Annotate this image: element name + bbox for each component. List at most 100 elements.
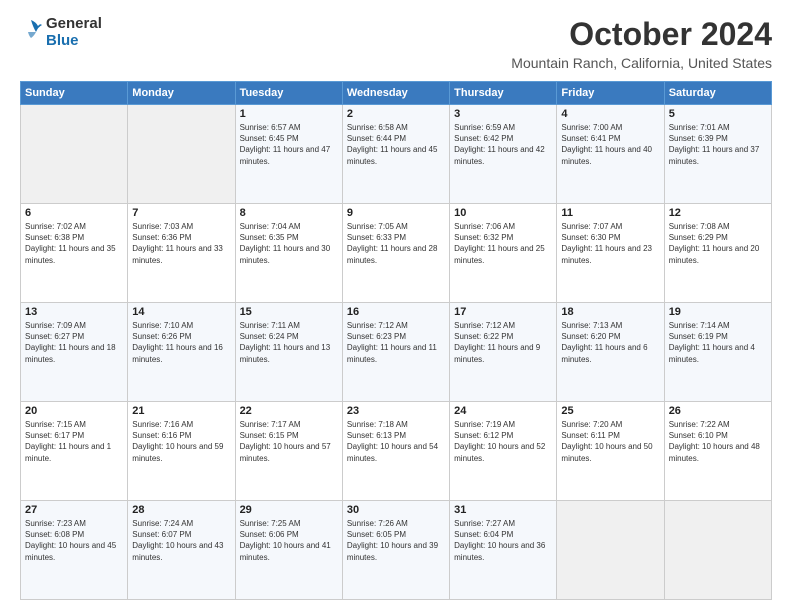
table-row: 2 Sunrise: 6:58 AMSunset: 6:44 PMDaylight… [342, 105, 449, 204]
col-saturday: Saturday [664, 82, 771, 105]
table-row: 30 Sunrise: 7:26 AMSunset: 6:05 PMDayligh… [342, 501, 449, 600]
day-number: 30 [347, 504, 445, 516]
table-row: 27Sunrise: 7:23 AMSunset: 6:08 PMDayligh… [21, 501, 128, 600]
day-info: Sunrise: 7:12 AMSunset: 6:22 PMDaylight:… [454, 320, 552, 365]
day-number: 24 [454, 405, 552, 417]
day-number: 26 [669, 405, 767, 417]
day-info: Sunrise: 7:07 AMSunset: 6:30 PMDaylight:… [561, 221, 659, 266]
calendar-week-row: 1Sunrise: 6:57 AMSunset: 6:45 PMDaylight… [21, 105, 772, 204]
table-row [128, 105, 235, 204]
day-info: Sunrise: 7:22 AMSunset: 6:10 PMDaylight:… [669, 419, 767, 464]
table-row [21, 105, 128, 204]
table-row: 18 Sunrise: 7:13 AMSunset: 6:20 PMDayligh… [557, 303, 664, 402]
day-number: 2 [347, 108, 445, 120]
table-row: 7Sunrise: 7:03 AMSunset: 6:36 PMDaylight… [128, 204, 235, 303]
table-row: 21Sunrise: 7:16 AMSunset: 6:16 PMDayligh… [128, 402, 235, 501]
day-number: 14 [132, 306, 230, 318]
table-row: 28 Sunrise: 7:24 AMSunset: 6:07 PMDayligh… [128, 501, 235, 600]
day-number: 7 [132, 207, 230, 219]
day-info: Sunrise: 7:15 AMSunset: 6:17 PMDaylight:… [25, 419, 123, 464]
day-number: 13 [25, 306, 123, 318]
col-monday: Monday [128, 82, 235, 105]
table-row: 17Sunrise: 7:12 AMSunset: 6:22 PMDayligh… [450, 303, 557, 402]
table-row: 22Sunrise: 7:17 AMSunset: 6:15 PMDayligh… [235, 402, 342, 501]
logo-blue: Blue [46, 33, 102, 50]
month-title: October 2024 [511, 16, 772, 53]
day-number: 9 [347, 207, 445, 219]
table-row: 31 Sunrise: 7:27 AMSunset: 6:04 PMDayligh… [450, 501, 557, 600]
day-info: Sunrise: 7:13 AMSunset: 6:20 PMDaylight:… [561, 320, 659, 365]
logo-bird-icon [20, 18, 42, 48]
day-number: 15 [240, 306, 338, 318]
table-row: 15 Sunrise: 7:11 AMSunset: 6:24 PMDayligh… [235, 303, 342, 402]
table-row: 26 Sunrise: 7:22 AMSunset: 6:10 PMDayligh… [664, 402, 771, 501]
table-row: 4 Sunrise: 7:00 AMSunset: 6:41 PMDaylight… [557, 105, 664, 204]
day-info: Sunrise: 7:02 AMSunset: 6:38 PMDaylight:… [25, 221, 123, 266]
table-row: 12Sunrise: 7:08 AMSunset: 6:29 PMDayligh… [664, 204, 771, 303]
day-info: Sunrise: 7:20 AMSunset: 6:11 PMDaylight:… [561, 419, 659, 464]
table-row: 25 Sunrise: 7:20 AMSunset: 6:11 PMDayligh… [557, 402, 664, 501]
col-thursday: Thursday [450, 82, 557, 105]
day-number: 10 [454, 207, 552, 219]
day-number: 12 [669, 207, 767, 219]
day-number: 31 [454, 504, 552, 516]
day-info: Sunrise: 7:24 AMSunset: 6:07 PMDaylight:… [132, 518, 230, 563]
table-row: 19 Sunrise: 7:14 AMSunset: 6:19 PMDayligh… [664, 303, 771, 402]
table-row: 9 Sunrise: 7:05 AMSunset: 6:33 PMDaylight… [342, 204, 449, 303]
col-wednesday: Wednesday [342, 82, 449, 105]
day-number: 11 [561, 207, 659, 219]
day-number: 20 [25, 405, 123, 417]
day-info: Sunrise: 7:14 AMSunset: 6:19 PMDaylight:… [669, 320, 767, 365]
logo-general: General [46, 16, 102, 33]
day-info: Sunrise: 7:26 AMSunset: 6:05 PMDaylight:… [347, 518, 445, 563]
table-row: 10 Sunrise: 7:06 AMSunset: 6:32 PMDayligh… [450, 204, 557, 303]
day-info: Sunrise: 7:06 AMSunset: 6:32 PMDaylight:… [454, 221, 552, 266]
page: General Blue October 2024 Mountain Ranch… [0, 0, 792, 612]
day-number: 19 [669, 306, 767, 318]
day-number: 25 [561, 405, 659, 417]
day-info: Sunrise: 7:04 AMSunset: 6:35 PMDaylight:… [240, 221, 338, 266]
day-info: Sunrise: 7:10 AMSunset: 6:26 PMDaylight:… [132, 320, 230, 365]
table-row [664, 501, 771, 600]
day-number: 21 [132, 405, 230, 417]
day-number: 5 [669, 108, 767, 120]
table-row: 8Sunrise: 7:04 AMSunset: 6:35 PMDaylight… [235, 204, 342, 303]
day-number: 18 [561, 306, 659, 318]
day-info: Sunrise: 6:58 AMSunset: 6:44 PMDaylight:… [347, 122, 445, 167]
day-info: Sunrise: 7:23 AMSunset: 6:08 PMDaylight:… [25, 518, 123, 563]
table-row: 20 Sunrise: 7:15 AMSunset: 6:17 PMDayligh… [21, 402, 128, 501]
day-info: Sunrise: 7:01 AMSunset: 6:39 PMDaylight:… [669, 122, 767, 167]
day-number: 22 [240, 405, 338, 417]
col-tuesday: Tuesday [235, 82, 342, 105]
table-row: 11 Sunrise: 7:07 AMSunset: 6:30 PMDayligh… [557, 204, 664, 303]
calendar-week-row: 6Sunrise: 7:02 AMSunset: 6:38 PMDaylight… [21, 204, 772, 303]
calendar-week-row: 20 Sunrise: 7:15 AMSunset: 6:17 PMDayligh… [21, 402, 772, 501]
day-number: 16 [347, 306, 445, 318]
table-row: 29Sunrise: 7:25 AMSunset: 6:06 PMDayligh… [235, 501, 342, 600]
table-row: 24 Sunrise: 7:19 AMSunset: 6:12 PMDayligh… [450, 402, 557, 501]
table-row: 23Sunrise: 7:18 AMSunset: 6:13 PMDayligh… [342, 402, 449, 501]
day-info: Sunrise: 7:12 AMSunset: 6:23 PMDaylight:… [347, 320, 445, 365]
table-row: 14 Sunrise: 7:10 AMSunset: 6:26 PMDayligh… [128, 303, 235, 402]
day-number: 28 [132, 504, 230, 516]
table-row: 3Sunrise: 6:59 AMSunset: 6:42 PMDaylight… [450, 105, 557, 204]
col-friday: Friday [557, 82, 664, 105]
day-info: Sunrise: 7:00 AMSunset: 6:41 PMDaylight:… [561, 122, 659, 167]
calendar-week-row: 13 Sunrise: 7:09 AMSunset: 6:27 PMDayligh… [21, 303, 772, 402]
table-row [557, 501, 664, 600]
day-info: Sunrise: 7:11 AMSunset: 6:24 PMDaylight:… [240, 320, 338, 365]
col-sunday: Sunday [21, 82, 128, 105]
calendar-week-row: 27Sunrise: 7:23 AMSunset: 6:08 PMDayligh… [21, 501, 772, 600]
day-info: Sunrise: 7:27 AMSunset: 6:04 PMDaylight:… [454, 518, 552, 563]
title-section: October 2024 Mountain Ranch, California,… [511, 16, 772, 71]
table-row: 16 Sunrise: 7:12 AMSunset: 6:23 PMDayligh… [342, 303, 449, 402]
calendar: Sunday Monday Tuesday Wednesday Thursday… [20, 81, 772, 600]
day-number: 29 [240, 504, 338, 516]
header: General Blue October 2024 Mountain Ranch… [20, 16, 772, 71]
day-number: 4 [561, 108, 659, 120]
table-row: 13 Sunrise: 7:09 AMSunset: 6:27 PMDayligh… [21, 303, 128, 402]
day-info: Sunrise: 7:09 AMSunset: 6:27 PMDaylight:… [25, 320, 123, 365]
location: Mountain Ranch, California, United State… [511, 55, 772, 71]
day-info: Sunrise: 7:05 AMSunset: 6:33 PMDaylight:… [347, 221, 445, 266]
day-info: Sunrise: 7:19 AMSunset: 6:12 PMDaylight:… [454, 419, 552, 464]
